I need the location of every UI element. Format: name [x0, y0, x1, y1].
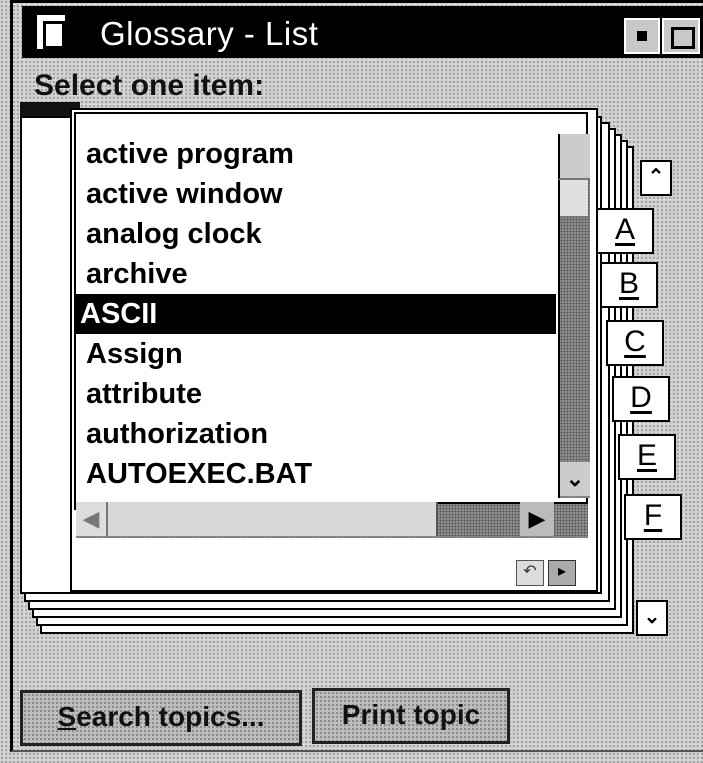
- list-item[interactable]: authorization: [76, 414, 556, 454]
- list-item[interactable]: active window: [76, 174, 556, 214]
- search-mnemonic: S: [57, 701, 77, 732]
- page-forward-icon[interactable]: ▸: [548, 560, 576, 586]
- list-item[interactable]: archive: [76, 254, 556, 294]
- tab-a[interactable]: A: [596, 208, 654, 254]
- glossary-list: active program active window analog cloc…: [76, 134, 556, 494]
- minimize-icon[interactable]: [624, 18, 660, 54]
- double-down-arrow-icon[interactable]: ⌄: [636, 600, 668, 636]
- list-item[interactable]: attribute: [76, 374, 556, 414]
- list-item[interactable]: active program: [76, 134, 556, 174]
- scroll-up-button[interactable]: [558, 134, 590, 180]
- print-topic-button[interactable]: Print topic: [312, 688, 510, 744]
- list-item[interactable]: Assign: [76, 334, 556, 374]
- maximize-icon[interactable]: [662, 18, 700, 54]
- glossary-listbox[interactable]: active program active window analog cloc…: [74, 112, 588, 510]
- tab-f[interactable]: F: [624, 494, 682, 540]
- scroll-right-button[interactable]: ▶: [520, 502, 554, 536]
- notebook-icon[interactable]: [34, 12, 68, 52]
- tab-b[interactable]: B: [600, 262, 658, 308]
- horizontal-scroll-thumb[interactable]: [108, 502, 438, 536]
- list-item-selected[interactable]: ASCII: [76, 294, 556, 334]
- tab-c[interactable]: C: [606, 320, 664, 366]
- page-back-icon[interactable]: ↶: [516, 560, 544, 586]
- vertical-scroll-thumb[interactable]: [560, 180, 588, 218]
- glossary-window-background: Glossary - List Select one item: active …: [0, 0, 703, 763]
- search-topics-button[interactable]: Search topics...: [20, 690, 302, 746]
- window-title: Glossary - List: [100, 15, 319, 52]
- double-up-arrow-icon[interactable]: ⌃: [640, 160, 672, 196]
- scroll-down-button[interactable]: ⌄: [558, 462, 590, 496]
- tab-d[interactable]: D: [612, 376, 670, 422]
- list-item[interactable]: analog clock: [76, 214, 556, 254]
- tab-e[interactable]: E: [618, 434, 676, 480]
- scroll-left-button[interactable]: ◀: [76, 502, 108, 536]
- list-item[interactable]: AUTOEXEC.BAT: [76, 454, 556, 494]
- select-prompt-label: Select one item:: [34, 69, 265, 102]
- search-label: earch topics...: [76, 701, 265, 732]
